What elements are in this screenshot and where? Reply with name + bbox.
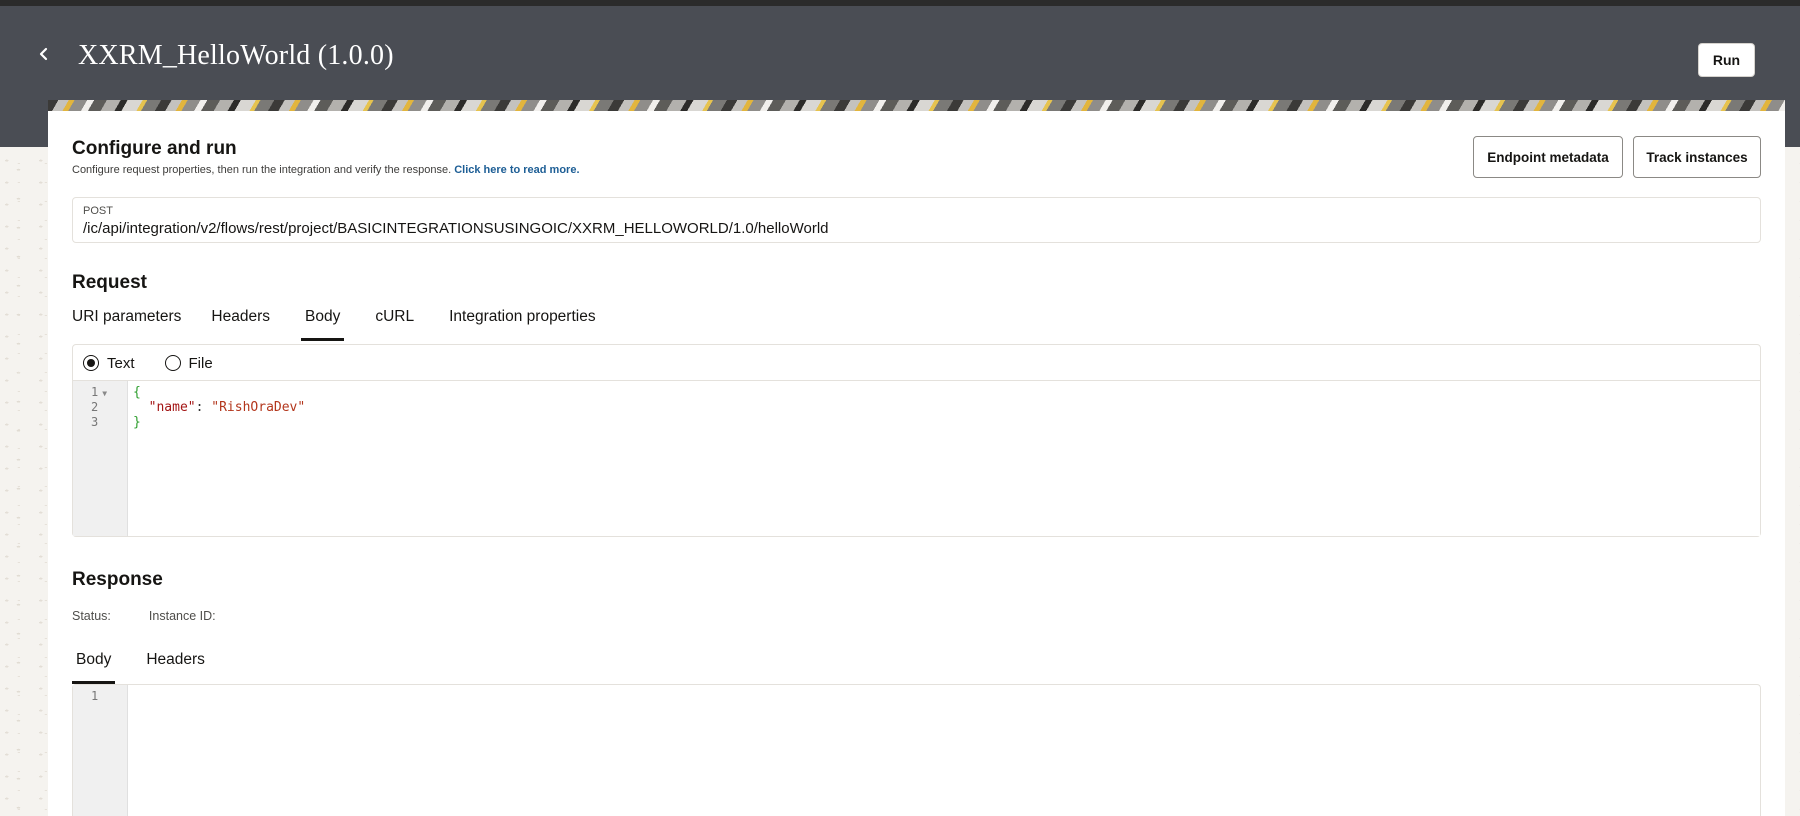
- json-key: "name": [148, 400, 196, 415]
- radio-selected-icon: [83, 355, 99, 371]
- run-button[interactable]: Run: [1698, 43, 1755, 77]
- radio-text[interactable]: Text: [83, 355, 135, 372]
- configure-heading: Configure and run: [72, 138, 237, 159]
- response-tabs: Body Headers: [72, 646, 209, 684]
- http-method: POST: [83, 205, 113, 217]
- endpoint-metadata-button[interactable]: Endpoint metadata: [1473, 136, 1623, 178]
- request-heading: Request: [72, 272, 147, 293]
- endpoint-info: POST /ic/api/integration/v2/flows/rest/p…: [72, 197, 1761, 243]
- request-body-editor[interactable]: 1 ▼ 2 3 { "name": "RishOraDev" }: [73, 380, 1760, 536]
- radio-unselected-icon: [164, 355, 181, 371]
- json-value: "RishOraDev": [211, 400, 306, 415]
- line-number: 1 ▼: [91, 385, 108, 399]
- track-instances-button[interactable]: Track instances: [1633, 136, 1761, 178]
- code-content: { "name": "RishOraDev" }: [133, 385, 305, 430]
- page-title: XXRM_HelloWorld (1.0.0): [78, 40, 394, 71]
- tab-response-headers[interactable]: Headers: [142, 646, 209, 684]
- line-number: 2: [91, 400, 99, 414]
- response-status-row: Status: Instance ID:: [72, 609, 254, 623]
- chevron-left-icon: [39, 47, 48, 61]
- response-heading: Response: [72, 569, 163, 590]
- radio-text-label: Text: [107, 354, 135, 372]
- configure-subtitle: Configure request properties, then run t…: [72, 164, 580, 176]
- json-close-brace: }: [133, 415, 141, 430]
- line-number: 3: [91, 415, 99, 429]
- line-number-gutter: 1: [73, 685, 128, 816]
- fold-arrow-icon[interactable]: ▼: [102, 389, 107, 398]
- radio-file[interactable]: File: [164, 354, 213, 372]
- request-tabs: URI parameters Headers Body cURL Integra…: [72, 303, 600, 341]
- tab-request-body[interactable]: Body: [301, 303, 345, 341]
- status-label: Status:: [72, 609, 111, 623]
- tab-curl[interactable]: cURL: [371, 303, 418, 341]
- json-colon: :: [195, 400, 212, 415]
- endpoint-uri: /ic/api/integration/v2/flows/rest/projec…: [83, 220, 829, 237]
- tab-request-headers[interactable]: Headers: [207, 303, 274, 341]
- tab-integration-properties[interactable]: Integration properties: [445, 303, 599, 341]
- instance-id-label: Instance ID:: [148, 609, 216, 623]
- request-body-panel: Text File 1 ▼ 2 3 { "name": "RishOraDev" …: [72, 344, 1761, 537]
- json-open-brace: {: [133, 385, 141, 400]
- radio-file-label: File: [188, 354, 213, 372]
- subtitle-text: Configure request properties, then run t…: [72, 164, 452, 176]
- body-mode-selector: Text File: [83, 353, 243, 373]
- configure-run-card: Configure and run Configure request prop…: [48, 111, 1785, 816]
- back-button[interactable]: [30, 40, 58, 68]
- read-more-link[interactable]: Click here to read more.: [454, 164, 579, 176]
- response-body-editor[interactable]: 1: [72, 684, 1761, 816]
- tab-response-body[interactable]: Body: [72, 646, 116, 684]
- line-number: 1: [91, 689, 99, 703]
- tab-uri-parameters[interactable]: URI parameters: [68, 303, 185, 341]
- line-number-gutter: 1 ▼ 2 3: [73, 381, 128, 536]
